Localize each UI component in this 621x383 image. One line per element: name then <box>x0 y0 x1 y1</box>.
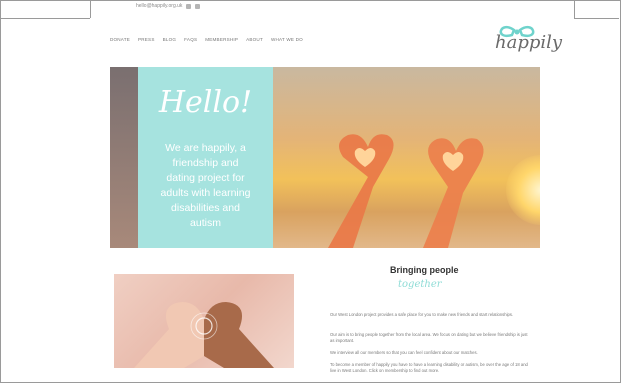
heart-hands-image <box>134 302 274 368</box>
hero-line: disabilities and <box>171 202 240 214</box>
section-script-title: together <box>398 279 442 290</box>
hero-line: dating project for <box>166 172 245 184</box>
divider-left <box>90 0 91 18</box>
facebook-icon[interactable] <box>186 3 192 9</box>
divider-top-left <box>0 18 90 19</box>
section-title: Bringing people <box>390 265 459 275</box>
divider-right <box>574 0 575 18</box>
twitter-icon[interactable] <box>195 3 201 9</box>
nav-item-press[interactable]: PRESS <box>138 37 155 42</box>
hero-line: adults with learning <box>160 187 251 199</box>
hero-photo <box>273 67 540 248</box>
hero-intro: We are happily, a friendship and dating … <box>150 141 261 231</box>
nav-item-donate[interactable]: DONATE <box>110 37 130 42</box>
hero-line: autism <box>190 217 221 229</box>
section-paragraph: Our West London project provides a safe … <box>330 312 514 317</box>
hero-line: friendship and <box>172 157 239 169</box>
top-bar: hello@happily.org.uk <box>110 1 540 11</box>
section-paragraph: We interview all our members so that you… <box>330 350 478 355</box>
hero-greeting: Hello! <box>158 85 253 120</box>
nav-item-blog[interactable]: BLOG <box>163 37 177 42</box>
contact-email[interactable]: hello@happily.org.uk <box>136 3 182 9</box>
logo-wordmark[interactable]: happily <box>495 32 562 53</box>
section-paragraph: Our aim is to bring people together from… <box>330 332 528 343</box>
hero-line: We are happily, a <box>165 142 246 154</box>
nav-item-about[interactable]: ABOUT <box>246 37 263 42</box>
heart-hands-image <box>328 134 484 248</box>
nav-item-faqs[interactable]: FAQS <box>184 37 197 42</box>
hands-heart-photo <box>114 274 294 368</box>
hero-left-strip <box>110 67 138 248</box>
divider-top-right <box>574 18 619 19</box>
nav-item-what-we-do[interactable]: WHAT WE DO <box>271 37 303 42</box>
hero-banner: Hello! We are happily, a friendship and … <box>110 67 540 248</box>
nav-item-membership[interactable]: MEMBERSHIP <box>205 37 238 42</box>
section-paragraph: To become a member of happily you have t… <box>330 362 528 373</box>
main-nav: DONATE PRESS BLOG FAQS MEMBERSHIP ABOUT … <box>110 30 540 48</box>
